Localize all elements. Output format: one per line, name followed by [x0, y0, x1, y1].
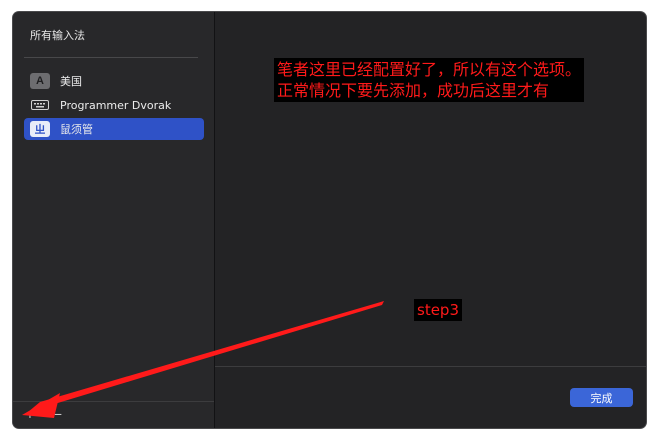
- arrow-head: [22, 393, 60, 418]
- arrow-shaft: [28, 301, 384, 412]
- annotation-arrow: [22, 301, 384, 418]
